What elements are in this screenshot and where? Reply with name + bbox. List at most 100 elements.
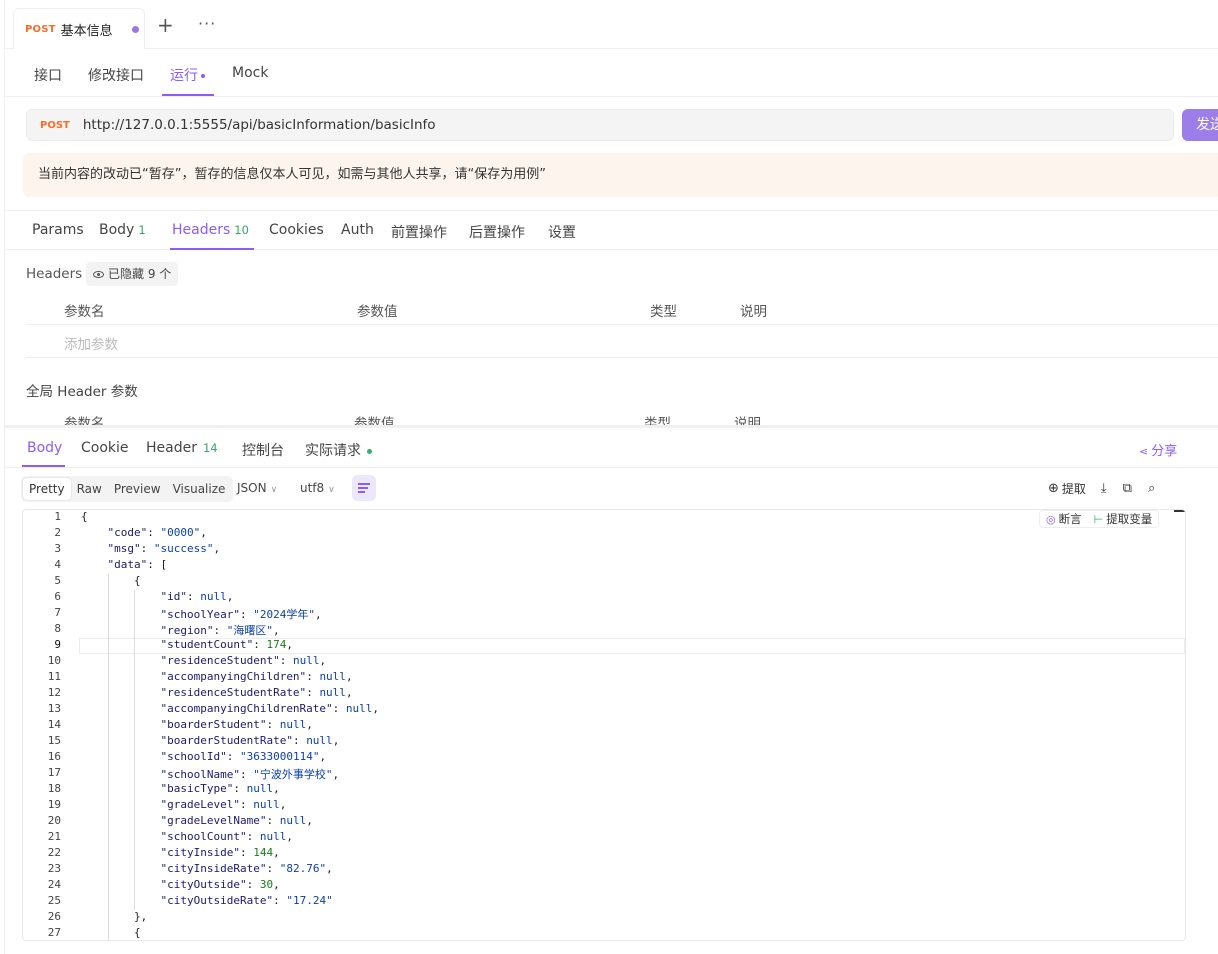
tab-run[interactable]: 运行 (170, 65, 205, 85)
resp-tab-body[interactable]: Body (27, 440, 62, 456)
view-visualize-button[interactable]: Visualize (167, 478, 232, 500)
view-pretty-button[interactable]: Pretty (23, 478, 71, 500)
doc-tab-method: POST (25, 23, 56, 35)
hidden-headers-toggle[interactable]: 已隐藏 9 个 (86, 262, 179, 286)
resp-tab-cookie[interactable]: Cookie (81, 440, 129, 456)
download-icon[interactable]: ⤓ (1101, 481, 1107, 496)
code-line: "id": null, (160, 590, 234, 603)
tab-settings[interactable]: 设置 (548, 222, 576, 242)
tab-mock[interactable]: Mock (232, 65, 268, 81)
draft-notice: 当前内容的改动已“暂存”，暂存的信息仅本人可见，如需与其他人共享，请“保存为用例… (23, 153, 1218, 197)
tab-body[interactable]: Body 1 (99, 222, 146, 238)
tab-edit-interface[interactable]: 修改接口 (88, 65, 144, 85)
code-line: "residenceStudentRate": null, (160, 686, 353, 699)
add-tab-icon[interactable]: + (157, 15, 174, 35)
wrap-line-icon (358, 491, 365, 493)
resp-tab-console[interactable]: 控制台 (242, 440, 284, 460)
format-value: JSON (237, 481, 267, 495)
search-icon[interactable]: ⌕ (1148, 481, 1155, 496)
code-line: "accompanyingChildrenRate": null, (160, 702, 380, 715)
line-number: 4 (54, 558, 61, 571)
line-number: 7 (54, 606, 61, 619)
code-line: "code": "0000", (107, 526, 207, 539)
tab-headers-label: Headers (172, 222, 231, 238)
global-col-description: 说明 (734, 416, 761, 425)
wrap-line-icon (358, 487, 368, 489)
resp-tab-actual-request[interactable]: 实际请求 (305, 440, 372, 460)
code-line: "boarderStudent": null, (160, 718, 313, 731)
assert-icon: ◎ (1046, 512, 1056, 526)
upload-circle-icon: ⊕ (1048, 481, 1059, 496)
col-param-name: 参数名 (64, 304, 105, 320)
response-tabs: Body Cookie Header 14 控制台 实际请求 ⋖ 分享 (5, 428, 1218, 468)
line-number: 24 (47, 878, 61, 891)
assert-button[interactable]: ◎ 断言 (1040, 511, 1088, 527)
eye-icon (93, 270, 104, 278)
doc-tab-title: 基本信息 (60, 23, 113, 39)
encoding-select[interactable]: utf8 ∨ (300, 481, 335, 495)
line-number: 6 (54, 590, 61, 603)
scrollbar-thumb[interactable] (1174, 510, 1185, 512)
share-button[interactable]: ⋖ 分享 (1139, 440, 1177, 459)
more-tabs-icon[interactable]: ··· (198, 14, 216, 33)
active-tab-indicator (162, 94, 214, 96)
headers-section-label: Headers (26, 266, 83, 282)
add-param-placeholder[interactable]: 添加参数 (64, 333, 118, 353)
doc-tab-basic-info[interactable]: POST 基本信息 (13, 8, 145, 49)
code-line: "gradeLevel": null, (160, 798, 287, 811)
word-wrap-button[interactable] (352, 475, 376, 501)
code-line: "cityInsideRate": "82.76", (160, 862, 333, 875)
tab-params[interactable]: Params (32, 222, 84, 238)
tab-post-operation[interactable]: 后置操作 (469, 222, 525, 242)
line-number: 20 (47, 814, 61, 827)
line-number: 8 (54, 622, 61, 635)
view-raw-button[interactable]: Raw (71, 478, 108, 500)
line-number: 16 (47, 750, 61, 763)
request-method-select[interactable]: POST (40, 120, 70, 131)
headers-count-badge: 10 (234, 223, 249, 237)
send-button[interactable]: 发送 (1182, 109, 1218, 141)
line-number: 21 (47, 830, 61, 843)
code-line: }, (81, 910, 148, 923)
line-number: 15 (47, 734, 61, 747)
line-number: 17 (47, 766, 61, 779)
tab-interface[interactable]: 接口 (34, 65, 62, 85)
code-line: "cityOutsideRate": "17.24" (160, 894, 333, 907)
api-debugger-panel: POST 基本信息 + ··· 接口 修改接口 运行 Mock POST htt… (4, 0, 1218, 954)
line-number: 14 (47, 718, 61, 731)
response-tools: ⊕ 提取 ⤓ ⧉ ⌕ (1048, 480, 1155, 497)
global-col-param-name: 参数名 (64, 416, 105, 425)
tab-pre-operation[interactable]: 前置操作 (391, 222, 447, 242)
resp-tab-header[interactable]: Header 14 (146, 440, 218, 456)
code-line: "cityOutside": 30, (160, 878, 280, 891)
tab-cookies[interactable]: Cookies (269, 222, 324, 238)
run-modified-dot-icon (201, 74, 205, 78)
extract-variable-button[interactable]: ⊢ 提取变量 (1088, 511, 1159, 527)
col-param-value: 参数值 (357, 304, 398, 320)
global-col-param-value: 参数值 (354, 416, 395, 425)
extract-label: 提取 (1061, 482, 1086, 496)
view-preview-button[interactable]: Preview (108, 478, 167, 500)
resp-tab-header-label: Header (146, 440, 197, 456)
body-count-badge: 1 (138, 223, 146, 237)
line-number: 1 (54, 510, 61, 523)
status-ok-dot-icon (367, 448, 372, 454)
code-line: "cityInside": 144, (160, 846, 280, 859)
copy-icon[interactable]: ⧉ (1123, 481, 1132, 496)
global-headers-table-header: 参数名 参数值 类型 说明 (26, 408, 1218, 425)
extract-button[interactable]: ⊕ 提取 (1048, 480, 1086, 497)
format-select[interactable]: JSON ∨ (237, 481, 277, 495)
line-number: 18 (47, 782, 61, 795)
tab-auth[interactable]: Auth (341, 222, 374, 238)
line-number: 19 (47, 798, 61, 811)
url-bar[interactable]: POST http://127.0.0.1:5555/api/basicInfo… (26, 109, 1174, 141)
line-number: 3 (54, 542, 61, 555)
add-header-row[interactable]: 添加参数 (26, 325, 1218, 358)
wrap-line-icon (358, 483, 370, 485)
view-mode-group: Pretty Raw Preview Visualize (21, 476, 234, 502)
code-line: "msg": "success", (107, 542, 221, 555)
tab-headers[interactable]: Headers 10 (172, 222, 249, 238)
tab-body-label: Body (99, 222, 135, 238)
url-input[interactable]: http://127.0.0.1:5555/api/basicInformati… (83, 117, 436, 133)
response-body-editor[interactable]: 1 2 3 4 5 6 7 8 9 10 11 12 13 14 15 16 17 18 19 20 21 22 23 24 2… (22, 509, 1186, 941)
